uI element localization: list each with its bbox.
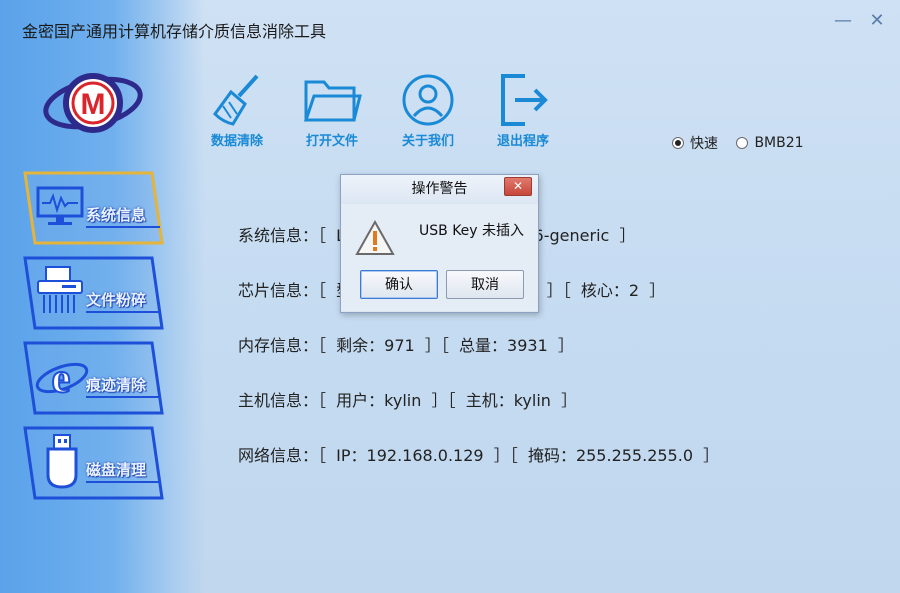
mode-radio-group: 快速 BMB21 (672, 133, 818, 153)
app-logo: M (43, 73, 143, 133)
minimize-button[interactable]: — (832, 10, 854, 32)
dialog-close-button[interactable]: ✕ (504, 177, 532, 196)
close-button[interactable]: ✕ (866, 10, 888, 32)
toolbar-item-label: 数据清除 (210, 134, 263, 149)
sidebar-item-label: 系统信息 (86, 206, 147, 224)
open-file-button[interactable]: 打开文件 (292, 72, 372, 152)
sidebar-item-trace-clean[interactable]: e 痕迹清除 (22, 340, 164, 416)
folder-icon (303, 80, 362, 122)
sidebar-item-label: 磁盘清理 (86, 461, 147, 479)
toolbar-item-label: 关于我们 (401, 134, 454, 149)
user-icon (402, 74, 454, 126)
dialog-message: USB Key 未插入 (419, 223, 525, 239)
shredder-icon (37, 266, 83, 313)
sidebar-item-file-shred[interactable]: 文件粉碎 (22, 255, 164, 331)
toolbar-item-label: 打开文件 (305, 134, 358, 149)
exit-program-button[interactable]: 退出程序 (483, 72, 563, 152)
radio-bmb21[interactable]: BMB21 (736, 135, 804, 151)
warning-icon (355, 220, 395, 255)
toolbar-item-label: 退出程序 (496, 134, 549, 149)
app-window: 金密国产通用计算机存储介质信息消除工具 — ✕ M 系统信息 文件粉碎 e 痕迹… (0, 0, 900, 593)
memory-info-row: 内存信息：［ 剩余：971 ］［ 总量：3931 ］ (238, 336, 574, 355)
warning-dialog: 操作警告 ✕ USB Key 未插入 确认 取消 (340, 174, 539, 313)
ie-icon: e (35, 355, 89, 403)
radio-label: BMB21 (754, 135, 804, 151)
window-title: 金密国产通用计算机存储介质信息消除工具 (22, 22, 327, 41)
usb-icon (46, 434, 78, 489)
sidebar-item-label: 文件粉碎 (86, 291, 147, 309)
network-info-row: 网络信息：［ IP：192.168.0.129 ］［ 掩码：255.255.25… (238, 446, 720, 465)
host-info-row: 主机信息：［ 用户：kylin ］［ 主机：kylin ］ (238, 391, 578, 410)
nav-underline (86, 226, 160, 228)
radio-dot (672, 137, 684, 149)
radio-dot (736, 137, 749, 149)
nav-underline (86, 481, 160, 483)
monitor-icon (36, 186, 84, 225)
nav-underline (86, 396, 160, 398)
confirm-button[interactable]: 确认 (360, 270, 438, 299)
exit-icon (501, 74, 548, 126)
data-clear-button[interactable]: 数据清除 (197, 72, 277, 152)
cancel-button[interactable]: 取消 (446, 270, 524, 299)
dialog-body: USB Key 未插入 确认 取消 (341, 204, 538, 311)
nav-underline (86, 311, 160, 313)
radio-label: 快速 (690, 136, 718, 152)
broom-icon (213, 74, 259, 126)
sidebar-item-system-info[interactable]: 系统信息 (22, 170, 164, 246)
radio-fast[interactable]: 快速 (672, 133, 718, 153)
sidebar-item-disk-clean[interactable]: 磁盘清理 (22, 425, 164, 501)
svg-text:M: M (81, 88, 106, 121)
about-us-button[interactable]: 关于我们 (388, 72, 468, 152)
sidebar-item-label: 痕迹清除 (86, 376, 147, 394)
svg-text:e: e (52, 356, 71, 402)
